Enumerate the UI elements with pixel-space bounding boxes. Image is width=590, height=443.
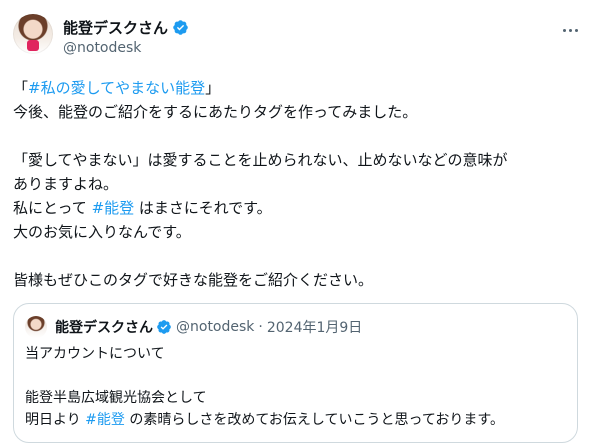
tweet-text: 「#私の愛してやまない能登」 今後、能登のご紹介をするにあたりタグを作ってみまし… xyxy=(13,76,578,292)
verified-badge-icon xyxy=(157,320,171,334)
verified-badge-icon xyxy=(173,19,188,35)
quoted-author-handle: @notodesk xyxy=(176,319,255,335)
tweet-line: ありますよね。 xyxy=(13,175,119,193)
quoted-blank-line xyxy=(25,365,565,387)
hashtag-link[interactable]: #私の愛してやまない能登 xyxy=(28,79,205,97)
text-segment: はまさにそれです。 xyxy=(134,199,272,217)
author-name-row: 能登デスクさん xyxy=(63,17,189,37)
hashtag-link[interactable]: #能登 xyxy=(85,412,125,428)
author-handle[interactable]: @notodesk xyxy=(63,40,141,56)
tweet-line: 「愛してやまない」は愛することを止められない、止めないなどの意味が xyxy=(13,151,508,169)
tweet-line: 私にとって #能登 はまさにそれです。 xyxy=(13,196,578,220)
tweet-line: 今後、能登のご紹介をするにあたりタグを作ってみました。 xyxy=(13,103,418,121)
quoted-tweet[interactable]: 能登デスクさん @notodesk · 2024年1月9日 当アカウントについて… xyxy=(13,303,578,443)
heart-icon xyxy=(27,40,39,51)
meta-separator: · xyxy=(258,319,263,335)
quoted-tweet-text: 当アカウントについて 能登半島広域観光協会として 明日より #能登 の素晴らしさ… xyxy=(25,343,565,431)
quoted-author-display-name: 能登デスクさん xyxy=(55,320,153,336)
quoted-author-avatar xyxy=(25,316,47,338)
quoted-line: 当アカウントについて xyxy=(25,346,165,362)
text-segment: の素晴らしさを改めてお伝えしていこうと思っております。 xyxy=(124,412,504,428)
quoted-line: 能登半島広域観光協会として xyxy=(25,390,207,406)
tweet-line: 「#私の愛してやまない能登」 xyxy=(13,76,578,100)
text-segment: 私にとって xyxy=(13,199,92,217)
tweet-card: 能登デスクさん @notodesk 「#私の愛してやまない能登」 今後、能登のご… xyxy=(0,0,590,443)
text-segment: 明日より xyxy=(25,412,86,428)
text-segment: 」 xyxy=(205,79,221,97)
author-display-name[interactable]: 能登デスクさん xyxy=(63,17,168,38)
quoted-tweet-date: 2024年1月9日 xyxy=(266,320,363,336)
more-dots-icon[interactable] xyxy=(556,18,584,42)
hashtag-link[interactable]: #能登 xyxy=(92,199,135,217)
quoted-tweet-header: 能登デスクさん @notodesk · 2024年1月9日 xyxy=(55,317,362,337)
tweet-line: 大のお気に入りなんです。 xyxy=(13,223,191,241)
author-avatar[interactable] xyxy=(13,14,53,54)
text-segment: 「 xyxy=(13,79,29,97)
tweet-line: 皆様もぜひこのタグで好きな能登をご紹介ください。 xyxy=(13,271,374,289)
